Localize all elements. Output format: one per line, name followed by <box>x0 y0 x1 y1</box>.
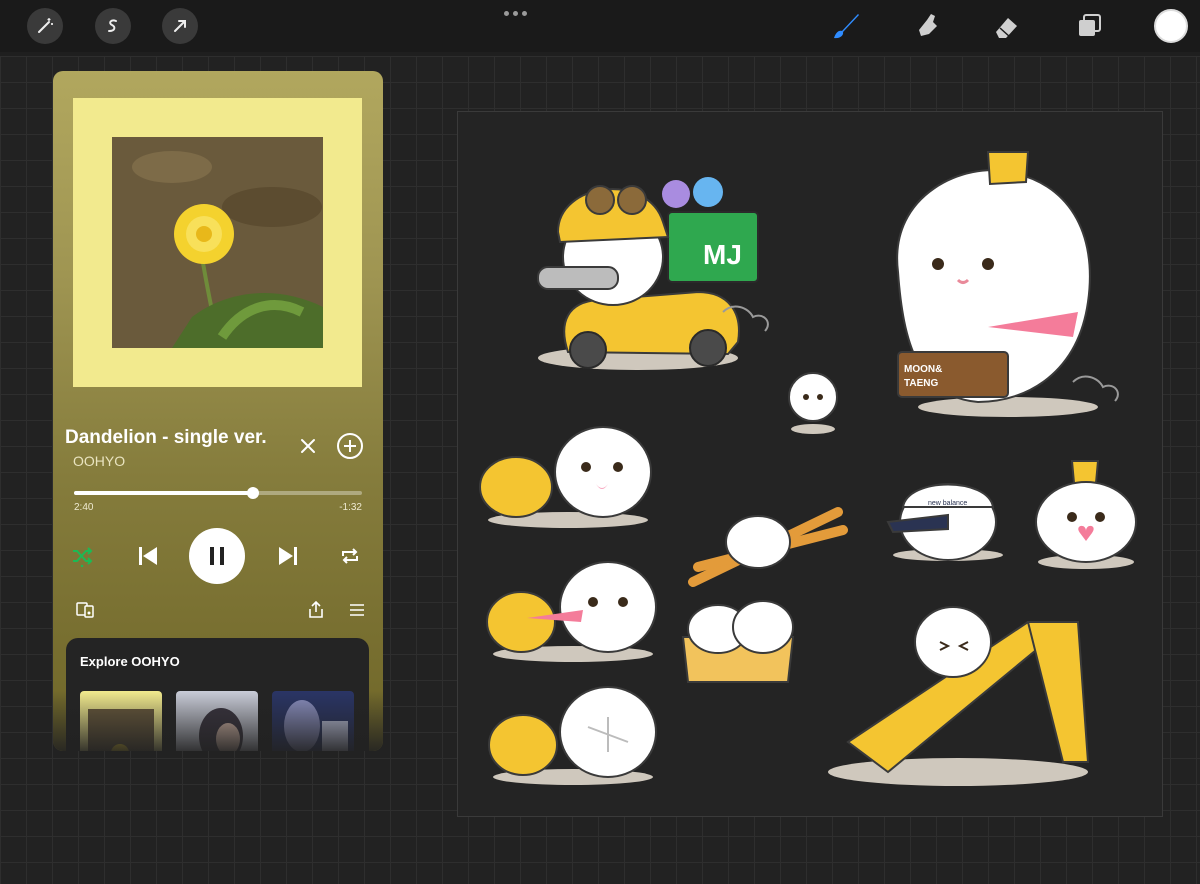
cap-dumpling-sticker: new balance <box>886 483 1003 561</box>
progress-fill <box>74 491 253 495</box>
previous-track-icon[interactable] <box>133 541 163 571</box>
layers-icon[interactable] <box>1071 8 1107 44</box>
svg-text:TAENG: TAENG <box>904 378 938 389</box>
album-art-frame <box>73 98 362 387</box>
scooter-rider-sticker: MJ <box>537 177 769 370</box>
drawing-canvas[interactable]: MJ MOON& TAENG new balance <box>457 111 1163 817</box>
progress-slider[interactable] <box>74 487 362 499</box>
queue-icon[interactable] <box>345 598 369 622</box>
next-track-icon[interactable] <box>273 541 303 571</box>
selection-s-icon[interactable] <box>95 8 131 44</box>
lemon-dumpling-sticker-1 <box>479 426 652 528</box>
share-icon[interactable] <box>304 598 328 622</box>
cap-label: new balance <box>928 500 967 507</box>
track-title: Dandelion - single ver. <box>65 427 267 448</box>
big-dumpling-sticker: MOON& TAENG <box>896 151 1119 417</box>
remaining-time: -1:32 <box>339 502 362 513</box>
mj-box-label: MJ <box>703 239 742 270</box>
eraser-icon[interactable] <box>988 8 1024 44</box>
small-dumpling-sticker <box>788 372 838 434</box>
elapsed-time: 2:40 <box>74 502 94 513</box>
lemon-dumpling-sticker-2 <box>486 561 657 662</box>
panel-bottom-fade <box>53 691 383 751</box>
top-toolbar <box>0 0 1200 52</box>
shuffle-icon[interactable] <box>69 543 95 569</box>
sticker-artwork: MJ MOON& TAENG new balance <box>479 151 1137 786</box>
lemon-dumpling-sticker-3 <box>488 686 657 785</box>
moon-taeng-label: MOON& <box>904 364 942 375</box>
color-picker-swatch[interactable] <box>1154 9 1188 43</box>
smudge-icon[interactable] <box>909 8 945 44</box>
track-artist[interactable]: OOHYO <box>73 453 125 469</box>
progress-knob[interactable] <box>246 487 259 499</box>
pause-icon <box>210 547 224 565</box>
heart-dumpling-sticker <box>1035 460 1137 569</box>
steamer-basket-sticker <box>681 600 795 683</box>
close-icon[interactable] <box>295 433 321 459</box>
album-art-photo <box>112 137 323 348</box>
adjustments-wand-icon[interactable] <box>27 8 63 44</box>
slide-sticker <box>828 606 1090 786</box>
more-options-icon[interactable] <box>500 6 530 20</box>
chopsticks-dumpling-sticker <box>688 507 848 587</box>
repeat-icon[interactable] <box>337 543 363 569</box>
music-player-panel: Dandelion - single ver. OOHYO 2:40 -1:32… <box>53 71 383 751</box>
pause-button[interactable] <box>189 528 245 584</box>
connect-device-icon[interactable] <box>73 598 97 622</box>
explore-title: Explore OOHYO <box>80 654 180 669</box>
add-to-library-icon[interactable] <box>335 431 365 461</box>
brush-icon[interactable] <box>828 8 864 44</box>
transform-arrow-icon[interactable] <box>162 8 198 44</box>
